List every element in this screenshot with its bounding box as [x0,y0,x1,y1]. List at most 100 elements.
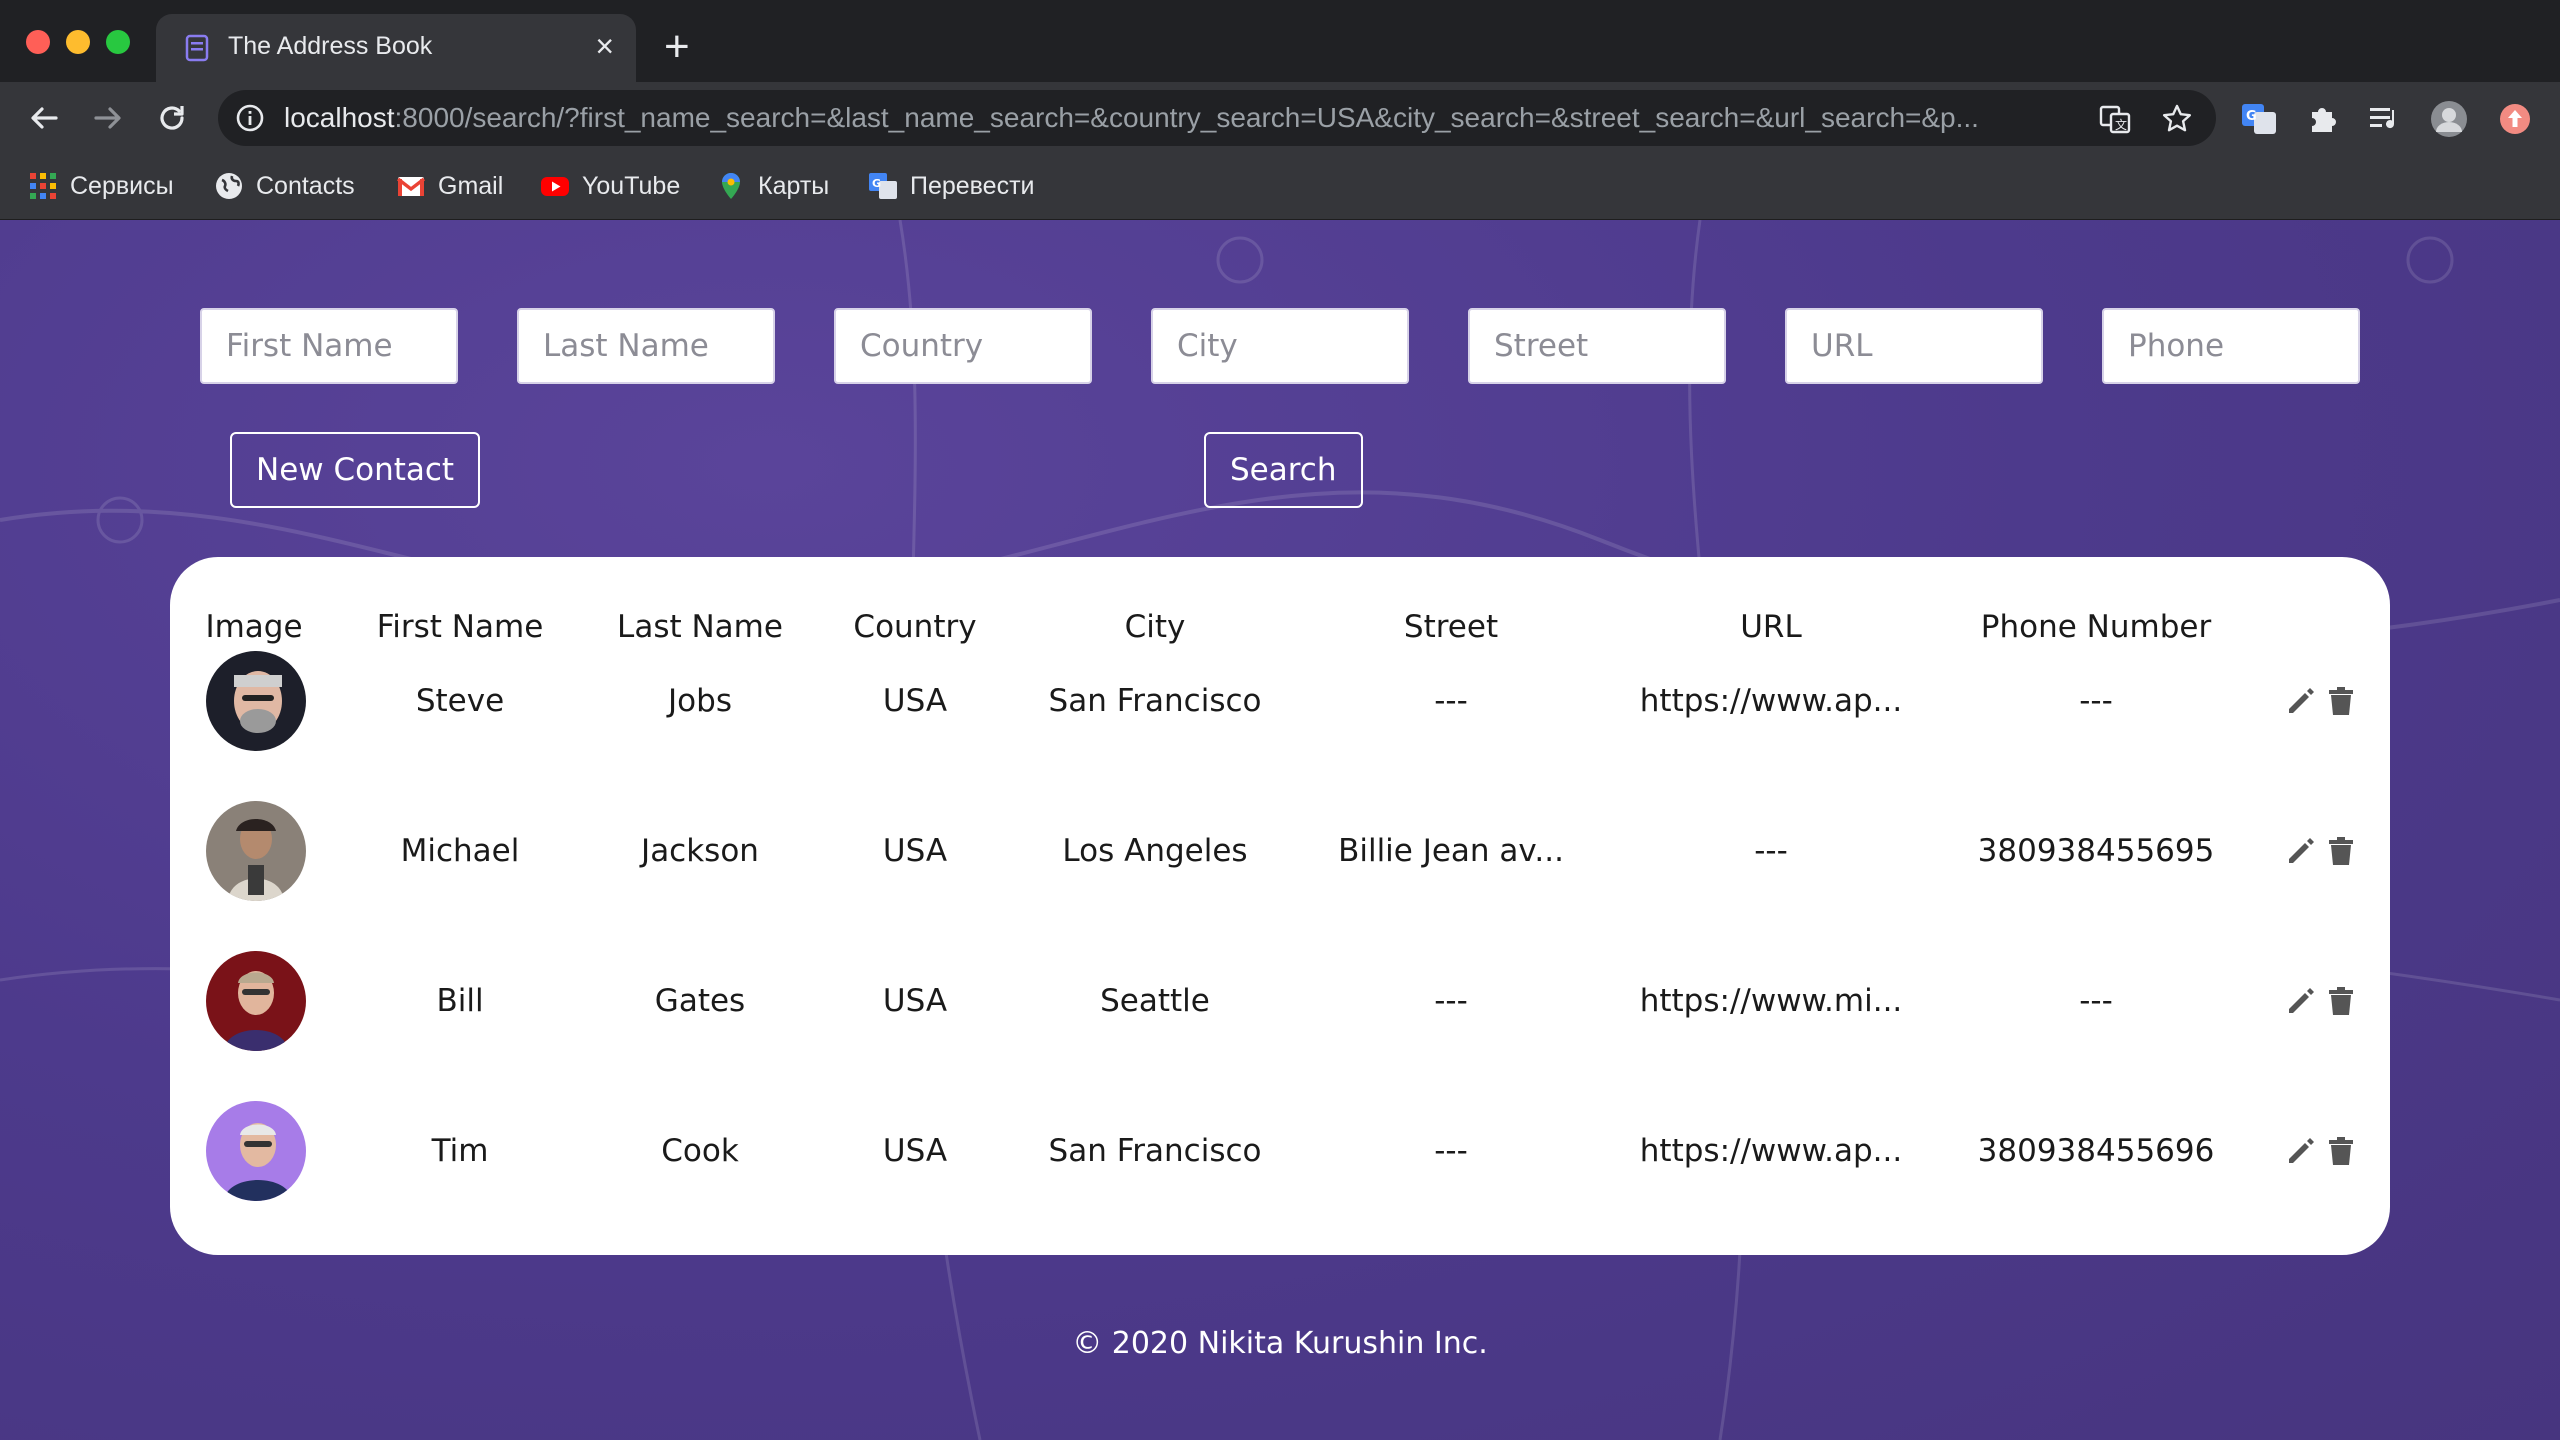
phone-search-input[interactable] [2102,308,2360,384]
contact-avatar-image [206,1101,306,1201]
street-search-input[interactable] [1468,308,1726,384]
google-translate-extension-icon[interactable]: G [2240,100,2278,138]
back-button[interactable] [22,96,66,140]
close-window-button[interactable] [26,30,50,54]
cell-url[interactable]: https://www.mi... [1640,983,1903,1019]
cell-url: --- [1754,833,1788,869]
cell-phone: 380938455695 [1977,833,2215,869]
bookmark-label: Перевести [910,171,1035,200]
cell-city: San Francisco [1048,1133,1262,1169]
contact-avatar-image [206,651,306,751]
row-actions [2284,684,2358,718]
edit-button[interactable] [2284,684,2318,718]
pencil-icon [2289,988,2314,1013]
edit-button[interactable] [2284,834,2318,868]
cell-phone: --- [2079,683,2113,719]
address-book-icon [185,34,209,62]
translate-icon: G [869,173,897,199]
reload-icon [160,106,184,130]
svg-text:G: G [2246,109,2257,124]
bookmark-label: Gmail [438,171,504,200]
new-contact-button[interactable]: New Contact [230,432,481,508]
last-name-search-input[interactable] [517,308,775,384]
bookmark-youtube[interactable]: YouTube [540,168,680,204]
browser-tab-bar: The Address Book × + [0,0,2560,82]
media-queue-icon[interactable] [2366,100,2404,138]
maps-pin-icon [722,173,740,199]
row-actions [2284,1134,2358,1168]
cell-phone: 380938455696 [1977,1133,2215,1169]
bookmark-services[interactable]: Сервисы [28,168,174,204]
new-tab-button[interactable]: + [664,22,690,72]
pencil-icon [2289,838,2314,863]
minimize-window-button[interactable] [66,30,90,54]
maximize-window-button[interactable] [106,30,130,54]
cell-street: --- [1434,1133,1468,1169]
svg-text:G: G [872,177,881,190]
bookmark-label: Contacts [256,171,355,200]
cell-first-name: Tim [431,1133,489,1169]
url-path: :8000/search/?first_name_search=&last_na… [394,102,1979,133]
cell-country: USA [882,683,948,719]
cell-street: --- [1434,983,1468,1019]
translate-page-icon[interactable]: 文 [2098,102,2132,136]
cell-first-name: Steve [415,683,505,719]
contact-avatar-image [206,951,306,1051]
cell-street: Billie Jean av... [1338,833,1564,869]
trash-icon [2329,837,2353,865]
first-name-search-input[interactable] [200,308,458,384]
tab-title: The Address Book [228,32,433,60]
page-footer: © 2020 Nikita Kurushin Inc. [1072,1326,1488,1361]
reload-button[interactable] [150,96,194,140]
cell-first-name: Michael [400,833,520,869]
bookmark-gmail[interactable]: Gmail [396,168,503,204]
cell-first-name: Bill [436,983,484,1019]
update-available-icon[interactable] [2496,100,2534,138]
bookmarks-bar: Сервисы Contacts Gmail YouTube Карты G П… [0,154,2560,220]
table-row[interactable]: Michael Jackson USA Los Angeles Billie J… [170,776,2390,926]
arrow-left-icon [31,107,58,129]
star-bookmark-icon[interactable] [2160,102,2194,136]
url-host: localhost [284,102,395,133]
bookmark-translate[interactable]: G Перевести [868,168,1035,204]
tab-close-icon[interactable]: × [595,28,614,64]
arrow-right-icon [94,107,121,129]
trash-icon [2329,987,2353,1015]
forward-button[interactable] [86,96,130,140]
city-search-input[interactable] [1151,308,1409,384]
cell-street: --- [1434,683,1468,719]
table-row[interactable]: Bill Gates USA Seattle --- https://www.m… [170,926,2390,1076]
page-background: New Contact Search Image First Name Last… [0,220,2560,1440]
profile-avatar-icon[interactable] [2430,100,2468,138]
cell-url[interactable]: https://www.ap... [1640,1133,1902,1169]
cell-country: USA [882,833,948,869]
pencil-icon [2289,1138,2314,1163]
puzzle-extensions-icon[interactable] [2304,100,2342,138]
cell-last-name: Jackson [641,833,759,869]
browser-tab-active[interactable]: The Address Book × [156,14,636,82]
url-search-input[interactable] [1785,308,2043,384]
cell-url[interactable]: https://www.ap... [1640,683,1902,719]
table-row[interactable]: Tim Cook USA San Francisco --- https://w… [170,1076,2390,1226]
delete-button[interactable] [2324,1134,2358,1168]
cell-city: Los Angeles [1062,833,1248,869]
cell-city: Seattle [1100,983,1210,1019]
info-icon[interactable] [234,102,266,134]
url-text[interactable]: localhost:8000/search/?first_name_search… [284,102,2214,134]
globe-icon [216,173,242,199]
delete-button[interactable] [2324,834,2358,868]
bookmark-maps[interactable]: Карты [716,168,829,204]
browser-toolbar: localhost:8000/search/?first_name_search… [0,82,2560,154]
cell-country: USA [882,983,948,1019]
bookmark-contacts[interactable]: Contacts [214,168,355,204]
delete-button[interactable] [2324,684,2358,718]
country-search-input[interactable] [834,308,1092,384]
contacts-table-card: Image First Name Last Name Country City … [170,557,2390,1255]
edit-button[interactable] [2284,984,2318,1018]
cell-city: San Francisco [1048,683,1262,719]
edit-button[interactable] [2284,1134,2318,1168]
search-button[interactable]: Search [1204,432,1363,508]
address-bar[interactable]: localhost:8000/search/?first_name_search… [218,90,2216,146]
table-row[interactable]: Steve Jobs USA San Francisco --- https:/… [170,626,2390,776]
delete-button[interactable] [2324,984,2358,1018]
